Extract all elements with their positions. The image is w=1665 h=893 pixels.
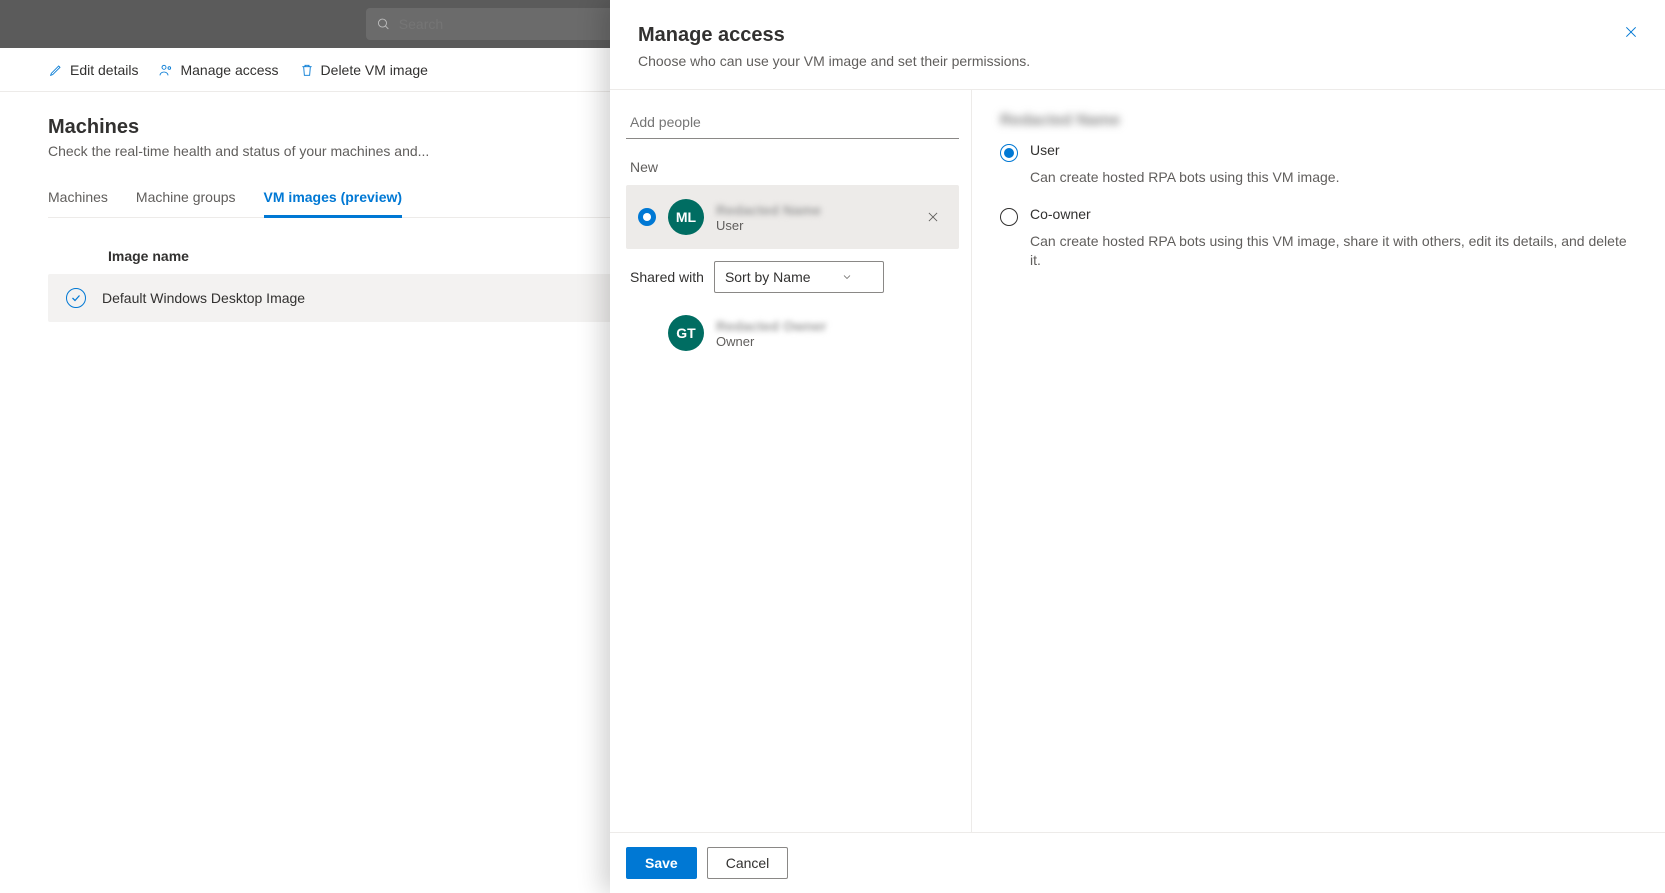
avatar: ML [668, 199, 704, 235]
delete-vm-image-button[interactable]: Delete VM image [299, 62, 428, 78]
trash-icon [299, 62, 315, 78]
permission-coowner-desc: Can create hosted RPA bots using this VM… [1030, 232, 1637, 271]
person-info: Redacted Owner Owner [716, 318, 947, 349]
edit-details-label: Edit details [70, 62, 138, 78]
avatar: GT [668, 315, 704, 351]
selected-person-name: Redacted Name [1000, 112, 1637, 130]
permission-user-option[interactable]: User [1000, 142, 1637, 162]
new-section-label: New [630, 159, 955, 175]
person-name: Redacted Owner [716, 318, 947, 334]
pencil-icon [48, 62, 64, 78]
panel-subtitle: Choose who can use your VM image and set… [638, 53, 1637, 69]
chevron-down-icon [841, 271, 853, 283]
person-name: Redacted Name [716, 202, 907, 218]
permission-user-label: User [1030, 142, 1060, 158]
panel-footer: Save Cancel [610, 832, 1665, 893]
panel-body: New ML Redacted Name User Shared with So… [610, 90, 1665, 832]
manage-access-button[interactable]: Manage access [158, 62, 278, 78]
row-selected-icon[interactable] [66, 288, 86, 308]
person-role: User [716, 218, 907, 233]
save-button[interactable]: Save [626, 847, 697, 879]
manage-access-label: Manage access [180, 62, 278, 78]
close-icon [926, 210, 940, 224]
search-icon [376, 16, 391, 32]
row-image-name: Default Windows Desktop Image [102, 290, 305, 306]
sort-by-value: Sort by Name [725, 269, 811, 285]
delete-vm-image-label: Delete VM image [321, 62, 428, 78]
manage-access-panel: Manage access Choose who can use your VM… [610, 0, 1665, 893]
tab-machine-groups[interactable]: Machine groups [136, 179, 236, 217]
panel-close-button[interactable] [1617, 18, 1645, 46]
shared-with-row: Shared with Sort by Name [630, 261, 955, 293]
person-selected-indicator [638, 208, 656, 226]
people-column: New ML Redacted Name User Shared with So… [610, 90, 972, 832]
permission-coowner-label: Co-owner [1030, 206, 1091, 222]
person-info: Redacted Name User [716, 202, 907, 233]
radio-coowner[interactable] [1000, 208, 1018, 226]
cancel-button[interactable]: Cancel [707, 847, 789, 879]
check-icon [70, 292, 82, 304]
person-row-new[interactable]: ML Redacted Name User [626, 185, 959, 249]
edit-details-button[interactable]: Edit details [48, 62, 138, 78]
sort-by-select[interactable]: Sort by Name [714, 261, 884, 293]
close-icon [1623, 24, 1639, 40]
add-people-input[interactable] [626, 106, 959, 139]
permissions-column: Redacted Name User Can create hosted RPA… [972, 90, 1665, 832]
tab-machines[interactable]: Machines [48, 179, 108, 217]
permission-coowner-option[interactable]: Co-owner [1000, 206, 1637, 226]
remove-person-button[interactable] [919, 203, 947, 231]
radio-user[interactable] [1000, 144, 1018, 162]
panel-title: Manage access [638, 24, 1637, 47]
shared-with-label: Shared with [630, 269, 704, 285]
people-icon [158, 62, 174, 78]
panel-header: Manage access Choose who can use your VM… [610, 0, 1665, 90]
person-role: Owner [716, 334, 947, 349]
permission-user-desc: Can create hosted RPA bots using this VM… [1030, 168, 1637, 188]
tab-vm-images[interactable]: VM images (preview) [264, 179, 403, 218]
person-row-shared[interactable]: GT Redacted Owner Owner [626, 301, 959, 365]
